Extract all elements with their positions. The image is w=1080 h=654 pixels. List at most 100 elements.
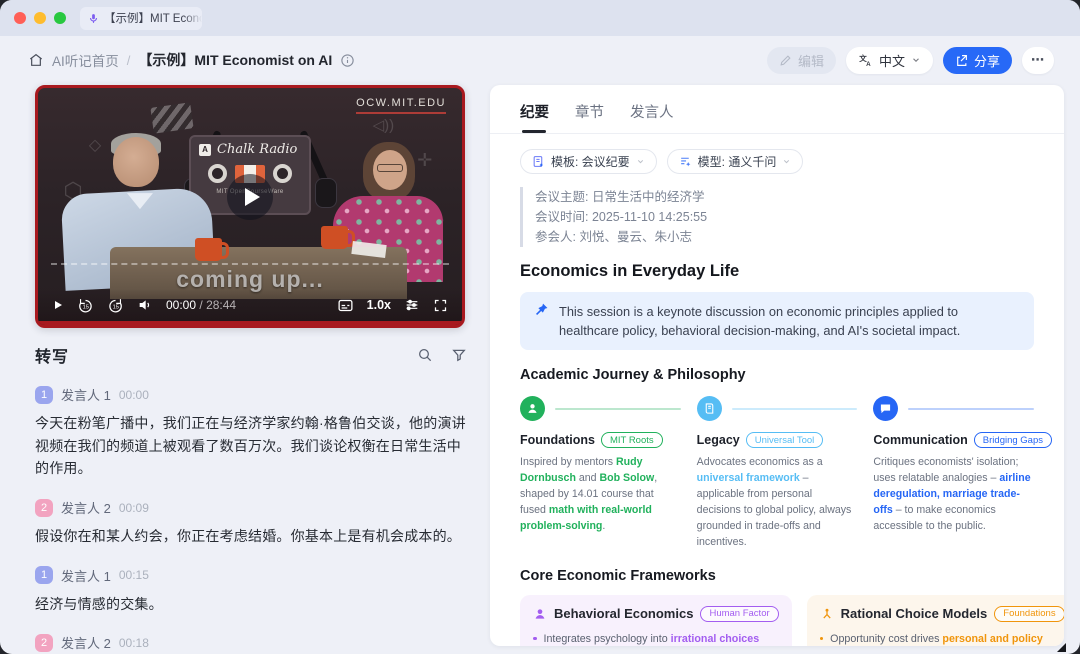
chevron-down-icon: [782, 157, 791, 166]
breadcrumb: AI听记首页 / 【示例】MIT Economist on AI: [28, 50, 355, 70]
edit-button-label: 编辑: [798, 51, 824, 70]
more-icon: ⋯: [1031, 52, 1045, 68]
speaker-name: 发言人 1: [61, 385, 111, 404]
callout-text: This session is a keynote discussion on …: [559, 302, 1006, 340]
volume-button[interactable]: [137, 297, 153, 313]
chevron-down-icon: [911, 55, 921, 65]
edit-button[interactable]: 编辑: [767, 47, 836, 74]
journey-timeline: Foundations MIT Roots Inspired by mentor…: [520, 396, 1034, 550]
card-badge: Human Factor: [700, 606, 778, 622]
breadcrumb-home-label[interactable]: AI听记首页: [52, 50, 119, 70]
card-title: Rational Choice Models: [841, 606, 988, 621]
minimize-window-button[interactable]: [34, 12, 46, 24]
summary-title: Economics in Everyday Life: [520, 262, 1034, 281]
fullscreen-button[interactable]: [433, 298, 448, 313]
chevron-down-icon: [636, 157, 645, 166]
meeting-meta: 会议主题: 日常生活中的经济学 会议时间: 2025-11-10 14:25:5…: [520, 187, 1034, 247]
card-badge: Foundations: [994, 606, 1064, 622]
journey-item: Legacy Universal Tool Advocates economic…: [697, 396, 858, 550]
section-heading-frameworks: Core Economic Frameworks: [520, 568, 1034, 584]
play-icon: [245, 188, 260, 206]
language-label: 中文: [879, 51, 905, 70]
entry-timestamp: 00:18: [119, 636, 149, 650]
speaker-doodle: ◁)): [373, 116, 395, 134]
settings-sliders-button[interactable]: [404, 297, 420, 313]
speaker-name: 发言人 2: [61, 633, 111, 652]
journey-item-badge: Universal Tool: [746, 432, 824, 448]
time-total: 28:44: [206, 298, 236, 312]
transcript-section: 转写 1 发言人 1 00:00 今天在粉笔广播中，我们正在与经济学家约翰·格鲁…: [35, 343, 467, 654]
transcript-entry[interactable]: 2 发言人 2 00:18 就像我说的，经济学的标准模型是没有情感的空间。哦.: [35, 633, 467, 654]
captions-button[interactable]: [337, 297, 354, 314]
more-button[interactable]: ⋯: [1022, 47, 1054, 74]
meeting-time: 会议时间: 2025-11-10 14:25:55: [535, 207, 1034, 227]
app-window: 【示例】MIT Econo AI听记首页 / 【示例】MIT Economist…: [0, 0, 1080, 654]
resize-cursor: [1057, 643, 1066, 652]
frameworks-cards: Behavioral Economics Human Factor Integr…: [520, 595, 1034, 646]
tab-chapters[interactable]: 章节: [575, 101, 604, 133]
video-player[interactable]: OCW.MIT.EDU ⬡ ◇ ✛ ∿ ◁)) A Chalk Radio MI…: [35, 85, 465, 328]
tab-minutes[interactable]: 纪要: [520, 101, 549, 133]
journey-item-title: Foundations: [520, 433, 595, 447]
translate-icon: 文A: [858, 53, 873, 68]
microphone-icon: [88, 13, 99, 24]
chat-bubble-icon: [873, 396, 898, 421]
framework-card-rational: Rational Choice Models Foundations Oppor…: [807, 595, 1064, 646]
timeline-line: [908, 408, 1034, 410]
filter-icon[interactable]: [451, 347, 467, 363]
transcript-entry[interactable]: 1 发言人 1 00:15 经济与情感的交集。: [35, 566, 467, 616]
language-selector[interactable]: 文A 中文: [846, 47, 933, 74]
model-selector[interactable]: 模型: 通义千问: [667, 149, 804, 174]
speaker-badge: 1: [35, 566, 53, 584]
bullet-text: Integrates psychology into irrational ch…: [544, 631, 760, 646]
traffic-lights: [14, 12, 66, 24]
rewind-15-button[interactable]: 15: [77, 297, 94, 314]
timeline-line: [555, 408, 681, 410]
entry-timestamp: 00:00: [119, 388, 149, 402]
tab-title: 【示例】MIT Econo: [104, 10, 202, 26]
speaker-name: 发言人 2: [61, 498, 111, 517]
time-current: 00:00: [166, 298, 196, 312]
journey-item-title: Legacy: [697, 433, 740, 447]
page-header: AI听记首页 / 【示例】MIT Economist on AI 编辑 文A 中…: [0, 36, 1080, 84]
tab-speakers[interactable]: 发言人: [630, 101, 674, 133]
person-icon: [520, 396, 545, 421]
page-title: 【示例】MIT Economist on AI: [138, 50, 332, 70]
cassette-reel: [273, 164, 292, 183]
entry-timestamp: 00:15: [119, 568, 149, 582]
home-icon[interactable]: [28, 52, 44, 68]
chalk-dashed-line: [51, 263, 450, 265]
model-selector-label: 模型: 通义千问: [698, 153, 777, 170]
journey-item: Communication Bridging Gaps Critiques ec…: [873, 396, 1034, 550]
transcript-entry[interactable]: 2 发言人 2 00:09 假设你在和某人约会，你正在考虑结婚。你基本上是有机会…: [35, 498, 467, 548]
journey-item: Foundations MIT Roots Inspired by mentor…: [520, 396, 681, 550]
speaker-badge: 2: [35, 499, 53, 517]
journey-item-body: Inspired by mentors Rudy Dornbusch and B…: [520, 455, 681, 534]
summary-panel: 纪要 章节 发言人 模板: 会议纪要 模型: 通义千问: [490, 85, 1064, 646]
search-icon[interactable]: [417, 347, 433, 363]
forward-15-button[interactable]: 15: [107, 297, 124, 314]
share-button[interactable]: 分享: [943, 47, 1012, 74]
panel-tabs: 纪要 章节 发言人: [520, 101, 1034, 133]
journey-item-title: Communication: [873, 433, 967, 447]
speaker-badge: 1: [35, 386, 53, 404]
time-display: 00:00 / 28:44: [166, 298, 236, 312]
info-icon[interactable]: [340, 53, 355, 68]
template-selector[interactable]: 模板: 会议纪要: [520, 149, 657, 174]
transcript-entry[interactable]: 1 发言人 1 00:00 今天在粉笔广播中，我们正在与经济学家约翰·格鲁伯交谈…: [35, 385, 467, 480]
zoom-window-button[interactable]: [54, 12, 66, 24]
titlebar: 【示例】MIT Econo: [0, 0, 1080, 36]
browser-tab[interactable]: 【示例】MIT Econo: [80, 7, 202, 30]
play-overlay-button[interactable]: [227, 174, 273, 220]
play-button[interactable]: [52, 299, 64, 311]
breadcrumb-separator: /: [127, 53, 131, 68]
journey-item-body: Advocates economics as a universal frame…: [697, 455, 858, 550]
meeting-topic: 会议主题: 日常生活中的经济学: [535, 187, 1034, 207]
playback-speed-button[interactable]: 1.0x: [367, 298, 391, 312]
close-window-button[interactable]: [14, 12, 26, 24]
svg-text:15: 15: [113, 304, 119, 310]
clapperboard-doodle: [151, 102, 194, 133]
video-controls: 15 15 00:00 / 28:44 1.0x: [38, 289, 462, 321]
summary-callout: This session is a keynote discussion on …: [520, 292, 1034, 350]
transcript-title: 转写: [35, 343, 69, 367]
